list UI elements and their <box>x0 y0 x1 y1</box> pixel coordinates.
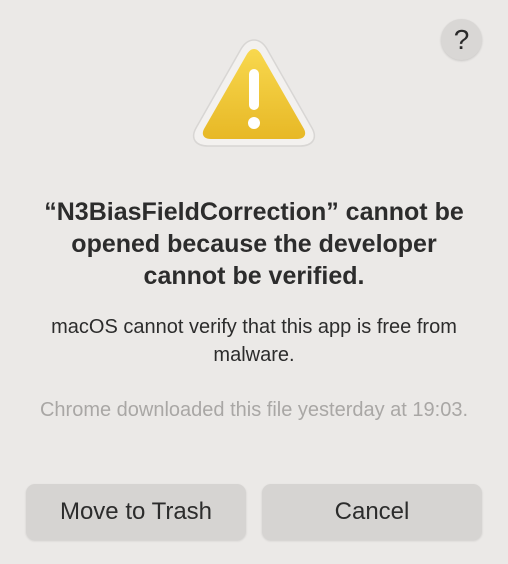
cancel-button[interactable]: Cancel <box>262 484 482 540</box>
move-to-trash-label: Move to Trash <box>59 498 213 525</box>
cancel-label: Cancel <box>334 498 410 525</box>
warning-triangle-icon <box>192 39 316 147</box>
help-label: ? <box>453 23 470 55</box>
download-info-text: Chrome downloaded this file yesterday at… <box>39 399 469 421</box>
dialog-message: macOS cannot verify that this app is fre… <box>51 316 457 366</box>
help-button[interactable]: ? <box>441 19 482 60</box>
move-to-trash-button[interactable]: Move to Trash <box>26 484 246 540</box>
gatekeeper-alert-dialog: ? “N3BiasFieldCorrection” cannot be open… <box>0 0 508 564</box>
dialog-title: “N3BiasFieldCorrection” cannot be opened… <box>44 198 464 290</box>
